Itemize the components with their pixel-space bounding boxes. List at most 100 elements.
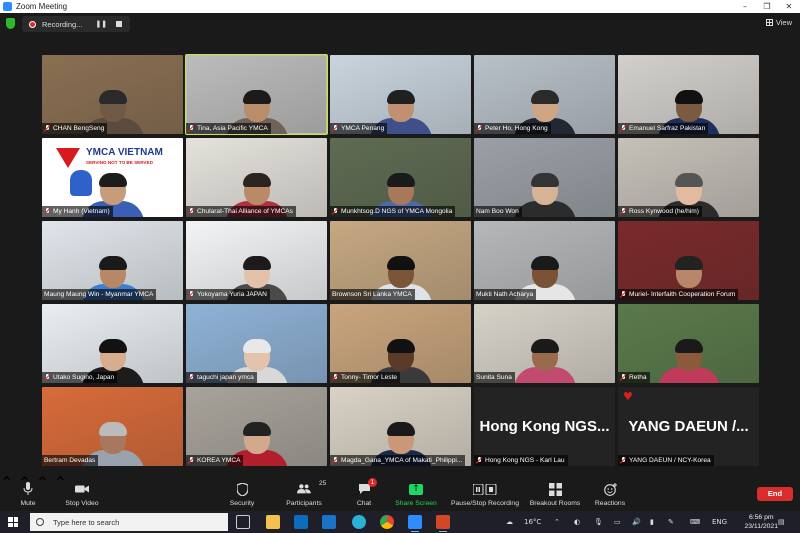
mail-icon[interactable] <box>294 515 308 529</box>
security-button[interactable]: Security <box>228 473 256 511</box>
zoom-app-icon <box>3 2 12 11</box>
participant-count: 25 <box>319 480 327 487</box>
minimize-button[interactable]: – <box>734 0 756 13</box>
zoom-taskbar-icon[interactable] <box>408 515 422 532</box>
participant-tile[interactable]: Peter Ho, Hong Kong <box>474 55 615 134</box>
ymca-logo-icon <box>56 148 80 168</box>
breakout-rooms-icon <box>548 482 562 496</box>
mute-button[interactable]: Mute <box>14 473 42 511</box>
participant-name: YMCA Penang <box>341 125 385 132</box>
participant-name-label: Brownson Sri Lanka YMCA <box>330 289 415 300</box>
participant-tile[interactable]: taguchi japan ymca <box>186 304 327 383</box>
participant-name: Retha <box>629 374 647 381</box>
pen-icon[interactable]: ✎ <box>668 511 674 533</box>
participant-name-label: Muriel- Interfaith Cooperation Forum <box>618 289 739 300</box>
notifications-icon[interactable]: ▤ <box>778 511 785 533</box>
breakout-rooms-button[interactable]: Breakout Rooms <box>528 473 582 511</box>
tray-app-icon[interactable]: ◐ <box>574 511 580 533</box>
participant-name: Tonny- Timor Leste <box>341 374 398 381</box>
close-button[interactable]: ✕ <box>778 0 800 13</box>
participants-button[interactable]: Participants <box>284 473 324 511</box>
participant-tile[interactable]: Magda_Gana_YMCA of Makati_Philippi... <box>330 387 471 466</box>
volume-icon[interactable]: 🔊 <box>632 511 641 533</box>
participant-tile[interactable]: Mukti Nath Acharya <box>474 221 615 300</box>
participant-tile[interactable]: Utako Sugino, Japan <box>42 304 183 383</box>
microphone-icon <box>21 482 35 496</box>
keyboard-icon[interactable]: ⌨ <box>690 511 700 533</box>
weather-temperature[interactable]: 16°C <box>524 511 541 533</box>
language-indicator[interactable]: ENG <box>712 511 727 533</box>
search-icon <box>36 518 44 526</box>
muted-microphone-icon <box>44 208 50 215</box>
chat-label: Chat <box>356 500 372 507</box>
security-shield-icon[interactable] <box>6 18 15 29</box>
participant-tile[interactable]: Tonny- Timor Leste <box>330 304 471 383</box>
task-view-icon[interactable] <box>236 515 250 529</box>
banner-tagline: SERVING NOT TO BE SERVED <box>86 160 153 165</box>
participant-name-label: Bertram Devadas <box>42 455 99 466</box>
participant-tile[interactable]: Chularat-Thai Alliance of YMCAs <box>186 138 327 217</box>
participant-display-name: YANG DAEUN /... <box>628 418 749 435</box>
network-icon[interactable]: ▭ <box>614 511 621 533</box>
participant-name: Brownson Sri Lanka YMCA <box>332 291 412 298</box>
taskbar-clock[interactable]: 6:56 pm 23/11/2021 <box>744 513 778 531</box>
participant-name-label: Yokoyama Yuria JAPAN <box>186 289 270 300</box>
view-button[interactable]: View <box>765 18 792 27</box>
pause-stop-recording-button[interactable]: Pause/Stop Recording <box>450 473 520 511</box>
muted-microphone-icon <box>620 125 626 132</box>
share-screen-icon: ↑ <box>409 482 423 496</box>
participant-tile[interactable]: Ross Kynwood (he/him) <box>618 138 759 217</box>
chat-button[interactable]: 1 Chat <box>352 473 377 511</box>
participant-tile[interactable]: YMCA Penang <box>330 55 471 134</box>
pause-recording-icon[interactable]: ❚❚ <box>95 20 107 28</box>
edge-icon[interactable] <box>352 515 366 529</box>
battery-icon[interactable]: ▮ <box>650 511 654 533</box>
participant-tile[interactable]: CHAN BengSeng <box>42 55 183 134</box>
participant-tile[interactable]: KOREA YMCA <box>186 387 327 466</box>
participant-name: Sunita Suna <box>476 374 512 381</box>
outlook-icon[interactable] <box>322 515 336 529</box>
stop-video-button[interactable]: Stop Video <box>62 473 102 511</box>
participant-tile[interactable]: Sunita Suna <box>474 304 615 383</box>
participant-tile[interactable]: Maung Maung Win - Myanmar YMCA <box>42 221 183 300</box>
participant-name-label: My Hanh (Vietnam) <box>42 206 113 217</box>
end-meeting-button[interactable]: End <box>757 487 793 501</box>
tray-chevron-icon[interactable]: ⌃ <box>554 511 560 533</box>
participant-tile[interactable]: Hong Kong NGS... Hong Kong NGS - Karl Lau <box>474 387 615 466</box>
muted-microphone-icon <box>332 125 338 132</box>
audio-options-chevron-icon[interactable]: ⌃ <box>0 475 13 492</box>
participant-name: Emanuel Sarfraz Pakistan <box>629 125 706 132</box>
chrome-icon[interactable] <box>380 515 394 529</box>
stop-recording-icon[interactable] <box>116 21 123 27</box>
participant-tile[interactable]: YMCA VIETNAM SERVING NOT TO BE SERVED My H… <box>42 138 183 217</box>
taskbar-search-box[interactable]: Type here to search <box>30 513 228 531</box>
file-explorer-icon[interactable] <box>266 515 280 529</box>
participant-tile[interactable]: Munkhtsog.D NGS of YMCA Mongolia <box>330 138 471 217</box>
powerpoint-icon[interactable] <box>436 515 450 532</box>
participant-tile[interactable]: Retha <box>618 304 759 383</box>
participant-tile[interactable]: Emanuel Sarfraz Pakistan <box>618 55 759 134</box>
muted-microphone-icon <box>332 208 338 215</box>
participant-tile[interactable]: Tina, Asia Pacific YMCA <box>185 54 328 135</box>
participant-name-label: YMCA Penang <box>330 123 388 134</box>
reactions-label: Reactions <box>594 500 626 507</box>
participant-tile[interactable]: YANG DAEUN /... ♥ YANG DAEUN / NCY-Korea <box>618 387 759 466</box>
participant-tile[interactable]: Bertram Devadas <box>42 387 183 466</box>
participant-name: Peter Ho, Hong Kong <box>485 125 548 132</box>
maximize-button[interactable]: ❐ <box>756 0 778 13</box>
microphone-tray-icon[interactable]: 🎙 <box>594 511 603 533</box>
participant-name-label: KOREA YMCA <box>186 455 244 466</box>
muted-microphone-icon <box>620 208 626 215</box>
windows-start-icon[interactable] <box>8 517 18 527</box>
participant-tile[interactable]: Muriel- Interfaith Cooperation Forum <box>618 221 759 300</box>
participant-name-label: Munkhtsog.D NGS of YMCA Mongolia <box>330 206 456 217</box>
share-screen-button[interactable]: ↑ Share Screen <box>394 473 438 511</box>
muted-microphone-icon <box>332 457 338 464</box>
reactions-button[interactable]: Reactions <box>594 473 626 511</box>
share-screen-label: Share Screen <box>395 500 437 507</box>
weather-cloud-icon[interactable]: ☁ <box>506 511 513 533</box>
muted-microphone-icon <box>620 457 626 464</box>
participant-tile[interactable]: Nam Boo Won <box>474 138 615 217</box>
participant-tile[interactable]: Brownson Sri Lanka YMCA <box>330 221 471 300</box>
participant-tile[interactable]: Yokoyama Yuria JAPAN <box>186 221 327 300</box>
